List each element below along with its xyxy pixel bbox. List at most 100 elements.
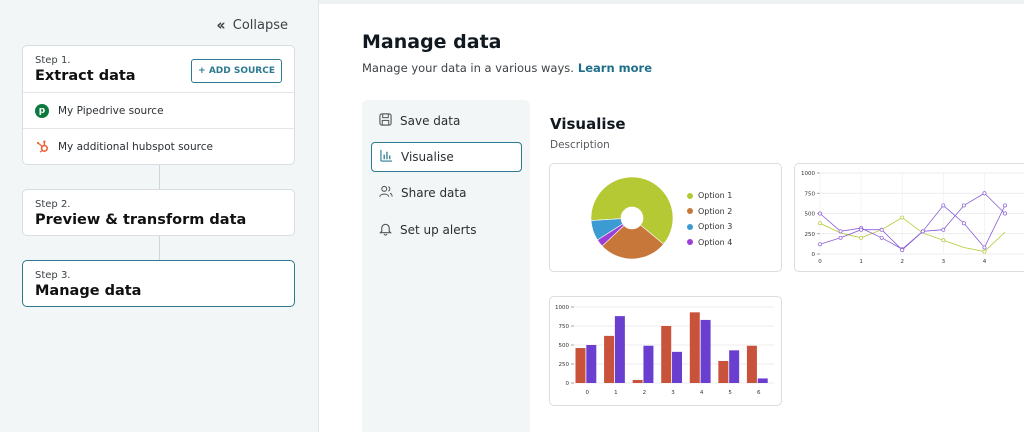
step-manage-card[interactable]: Step 3. Manage data — [22, 260, 295, 307]
y-tick-label: 1000 — [555, 305, 569, 311]
bar-chart-icon — [380, 149, 393, 165]
bar — [586, 345, 597, 383]
source-label: My additional hubspot source — [58, 140, 213, 153]
legend-swatch — [687, 192, 693, 199]
data-point — [982, 249, 987, 254]
legend-item[interactable]: Option 4 — [687, 235, 732, 251]
y-tick-label: 750 — [805, 191, 816, 197]
data-point — [920, 229, 925, 234]
page-title: Manage data — [362, 31, 502, 53]
source-item-hubspot[interactable]: My additional hubspot source — [23, 128, 294, 164]
legend-label: Option 4 — [698, 237, 733, 247]
visualise-description: Description — [550, 139, 610, 151]
collapse-button[interactable]: ‹‹ Collapse — [216, 16, 288, 34]
y-tick-label: 250 — [805, 232, 816, 238]
x-tick-label: 0 — [818, 259, 822, 265]
bar-chart-card[interactable]: 0 250 500 750 1000 0 1 2 3 4 5 6 — [549, 296, 782, 406]
step-connector — [159, 165, 160, 190]
manage-options-menu: Save data Visualise Share data Set up al… — [362, 100, 530, 432]
legend-swatch — [687, 208, 693, 215]
data-point — [961, 221, 966, 226]
data-point — [879, 235, 884, 240]
subtitle-text: Manage your data in a various ways. — [362, 61, 574, 75]
y-tick-label: 250 — [559, 362, 570, 368]
data-point — [961, 203, 966, 208]
legend-item[interactable]: Option 3 — [687, 219, 732, 235]
legend-swatch — [687, 223, 693, 230]
bar — [672, 351, 683, 383]
bar — [700, 319, 711, 383]
source-label: My Pipedrive source — [58, 104, 164, 117]
bar — [575, 348, 586, 383]
data-point — [838, 235, 843, 240]
hubspot-icon — [35, 140, 49, 154]
step-preview-card[interactable]: Step 2. Preview & transform data — [22, 189, 295, 236]
data-point — [859, 227, 864, 232]
double-chevron-left-icon: ‹‹ — [216, 16, 226, 34]
menu-item-set-up-alerts[interactable]: Set up alerts — [371, 215, 522, 245]
floppy-disk-icon — [379, 113, 392, 129]
data-point — [818, 242, 822, 247]
legend-item[interactable]: Option 2 — [687, 204, 732, 220]
menu-item-visualise[interactable]: Visualise — [371, 142, 522, 172]
data-point — [941, 227, 946, 232]
learn-more-link[interactable]: Learn more — [578, 61, 652, 75]
step-title: Manage data — [35, 283, 142, 299]
y-tick-label: 750 — [559, 324, 570, 330]
data-point — [982, 245, 987, 250]
data-point — [859, 235, 864, 240]
bar — [746, 345, 757, 383]
bar — [689, 312, 700, 383]
x-tick-label: 4 — [983, 259, 987, 265]
data-point — [900, 215, 905, 220]
y-tick-label: 500 — [805, 212, 816, 218]
step-extract-card: Step 1. Extract data + ADD SOURCE p My P… — [22, 45, 295, 165]
bar-chart: 0 250 500 750 1000 0 1 2 3 4 5 6 — [555, 305, 774, 396]
menu-item-share-data[interactable]: Share data — [371, 178, 522, 208]
data-point — [818, 221, 822, 226]
step-connector — [159, 236, 160, 261]
add-source-button[interactable]: + ADD SOURCE — [191, 59, 282, 83]
data-point — [818, 211, 822, 216]
x-tick-label: 0 — [586, 390, 590, 396]
data-point — [838, 229, 843, 234]
menu-label: Set up alerts — [400, 223, 477, 237]
line-chart: 0 250 500 750 1000 0 1 2 3 4 — [801, 171, 1024, 265]
legend-label: Option 1 — [698, 191, 733, 201]
page-subtitle: Manage your data in a various ways. Learn… — [362, 61, 652, 75]
x-tick-label: 6 — [757, 390, 761, 396]
visualise-title: Visualise — [550, 115, 626, 133]
pie-chart — [590, 176, 674, 260]
bar — [643, 345, 654, 383]
bar — [632, 379, 643, 383]
bar — [614, 316, 625, 383]
menu-item-save-data[interactable]: Save data — [371, 106, 522, 136]
source-item-pipedrive[interactable]: p My Pipedrive source — [23, 92, 294, 128]
steps-sidebar: ‹‹ Collapse Step 1. Extract data + ADD S… — [0, 0, 319, 432]
x-tick-label: 1 — [614, 390, 618, 396]
x-tick-label: 2 — [643, 390, 647, 396]
data-point — [900, 247, 905, 252]
y-tick-label: 0 — [812, 252, 816, 258]
bar — [718, 360, 729, 383]
y-tick-label: 1000 — [801, 171, 815, 177]
step-number: Step 2. — [35, 199, 71, 210]
series-line — [819, 204, 1006, 251]
x-tick-label: 2 — [900, 259, 904, 265]
users-icon — [379, 185, 393, 201]
bar — [729, 350, 740, 383]
bell-icon — [379, 222, 392, 239]
bar — [661, 326, 672, 383]
legend-swatch — [687, 239, 693, 246]
data-point — [1003, 211, 1007, 216]
data-point — [941, 203, 946, 208]
menu-label: Visualise — [401, 150, 454, 164]
data-point — [941, 238, 946, 243]
data-point — [982, 191, 987, 196]
line-chart-card[interactable]: 0 250 500 750 1000 0 1 2 3 4 — [794, 163, 1024, 272]
x-tick-label: 3 — [671, 390, 675, 396]
x-tick-label: 1 — [859, 259, 863, 265]
y-tick-label: 0 — [566, 381, 570, 387]
legend-item[interactable]: Option 1 — [687, 188, 732, 204]
pie-chart-card[interactable]: Option 1 Option 2 Option 3 Option 4 — [549, 163, 782, 272]
